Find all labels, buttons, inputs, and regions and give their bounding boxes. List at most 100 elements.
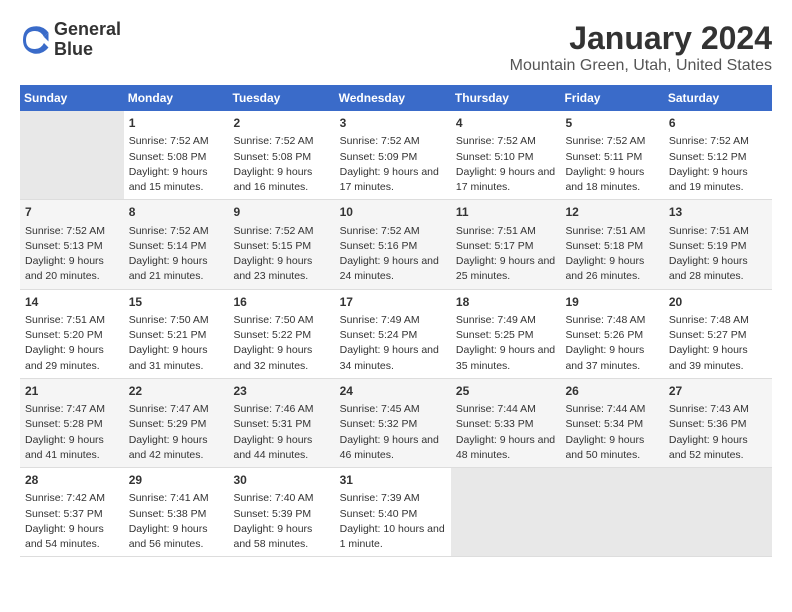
header-cell-thursday: Thursday [451, 85, 561, 111]
day-number: 19 [565, 294, 658, 311]
page-title: January 2024 [510, 20, 772, 57]
day-cell: 7Sunrise: 7:52 AMSunset: 5:13 PMDaylight… [20, 200, 124, 289]
day-info: Sunrise: 7:44 AMSunset: 5:34 PMDaylight:… [565, 402, 658, 463]
day-number: 20 [669, 294, 767, 311]
day-number: 16 [234, 294, 330, 311]
page-header: General Blue January 2024 Mountain Green… [20, 20, 772, 75]
day-cell: 29Sunrise: 7:41 AMSunset: 5:38 PMDayligh… [124, 468, 229, 557]
day-cell [664, 468, 772, 557]
header-cell-saturday: Saturday [664, 85, 772, 111]
day-number: 4 [456, 115, 556, 132]
day-cell: 22 Sunrise: 7:47 AMSunset: 5:29 PMDayligh… [124, 378, 229, 467]
day-cell: 11 Sunrise: 7:51 AMSunset: 5:17 PMDayligh… [451, 200, 561, 289]
day-number: 1 [129, 115, 224, 132]
day-number: 31 [340, 472, 446, 489]
day-number: 10 [340, 204, 446, 221]
day-cell: 23 Sunrise: 7:46 AMSunset: 5:31 PMDayligh… [229, 378, 335, 467]
week-row-4: 21Sunrise: 7:47 AMSunset: 5:28 PMDayligh… [20, 378, 772, 467]
day-number: 26 [565, 383, 658, 400]
day-number: 14 [25, 294, 119, 311]
day-cell: 5Sunrise: 7:52 AMSunset: 5:11 PMDaylight… [560, 111, 663, 200]
day-number: 27 [669, 383, 767, 400]
day-info: Sunrise: 7:52 AMSunset: 5:10 PMDaylight:… [456, 134, 556, 195]
day-cell: 12 Sunrise: 7:51 AMSunset: 5:18 PMDayligh… [560, 200, 663, 289]
day-number: 17 [340, 294, 446, 311]
day-cell: 9 Sunrise: 7:52 AMSunset: 5:15 PMDaylight… [229, 200, 335, 289]
day-info: Sunrise: 7:51 AMSunset: 5:19 PMDaylight:… [669, 224, 767, 285]
day-info: Sunrise: 7:52 AMSunset: 5:14 PMDaylight:… [129, 224, 224, 285]
day-info: Sunrise: 7:46 AMSunset: 5:31 PMDaylight:… [234, 402, 330, 463]
day-cell: 26 Sunrise: 7:44 AMSunset: 5:34 PMDayligh… [560, 378, 663, 467]
day-cell: 1Sunrise: 7:52 AMSunset: 5:08 PMDaylight… [124, 111, 229, 200]
day-info: Sunrise: 7:45 AMSunset: 5:32 PMDaylight:… [340, 402, 446, 463]
day-info: Sunrise: 7:51 AMSunset: 5:17 PMDaylight:… [456, 224, 556, 285]
day-info: Sunrise: 7:52 AMSunset: 5:09 PMDaylight:… [340, 134, 446, 195]
day-info: Sunrise: 7:40 AMSunset: 5:39 PMDaylight:… [234, 491, 330, 552]
day-cell: 28 Sunrise: 7:42 AMSunset: 5:37 PMDayligh… [20, 468, 124, 557]
day-info: Sunrise: 7:50 AMSunset: 5:22 PMDaylight:… [234, 313, 330, 374]
day-number: 7 [25, 204, 119, 221]
day-cell: 24 Sunrise: 7:45 AMSunset: 5:32 PMDayligh… [335, 378, 451, 467]
day-info: Sunrise: 7:42 AMSunset: 5:37 PMDaylight:… [25, 491, 119, 552]
day-number: 11 [456, 204, 556, 221]
day-number: 24 [340, 383, 446, 400]
day-number: 6 [669, 115, 767, 132]
day-cell: 21Sunrise: 7:47 AMSunset: 5:28 PMDayligh… [20, 378, 124, 467]
day-number: 15 [129, 294, 224, 311]
day-number: 18 [456, 294, 556, 311]
day-cell: 3 Sunrise: 7:52 AMSunset: 5:09 PMDaylight… [335, 111, 451, 200]
day-cell: 20 Sunrise: 7:48 AMSunset: 5:27 PMDayligh… [664, 289, 772, 378]
day-number: 25 [456, 383, 556, 400]
day-cell: 15 Sunrise: 7:50 AMSunset: 5:21 PMDayligh… [124, 289, 229, 378]
day-number: 12 [565, 204, 658, 221]
day-cell: 16 Sunrise: 7:50 AMSunset: 5:22 PMDayligh… [229, 289, 335, 378]
day-cell: 31 Sunrise: 7:39 AMSunset: 5:40 PMDayligh… [335, 468, 451, 557]
week-row-1: 1 Sunrise: 7:52 AMSunset: 5:08 PMDaylight… [20, 111, 772, 200]
header-row: SundayMondayTuesdayWednesdayThursdayFrid… [20, 85, 772, 111]
day-info: Sunrise: 7:50 AMSunset: 5:21 PMDaylight:… [129, 313, 224, 374]
day-cell: 27 Sunrise: 7:43 AMSunset: 5:36 PMDayligh… [664, 378, 772, 467]
day-number: 28 [25, 472, 119, 489]
day-info: Sunrise: 7:47 AMSunset: 5:29 PMDaylight:… [129, 402, 224, 463]
day-number: 13 [669, 204, 767, 221]
day-info: Sunrise: 7:41 AMSunset: 5:38 PMDaylight:… [129, 491, 224, 552]
day-info: Sunrise: 7:52 AMSunset: 5:08 PMDaylight:… [234, 134, 330, 195]
day-cell: 8 Sunrise: 7:52 AMSunset: 5:14 PMDaylight… [124, 200, 229, 289]
day-info: Sunrise: 7:48 AMSunset: 5:27 PMDaylight:… [669, 313, 767, 374]
day-cell: 2Sunrise: 7:52 AMSunset: 5:08 PMDaylight… [229, 111, 335, 200]
day-info: Sunrise: 7:43 AMSunset: 5:36 PMDaylight:… [669, 402, 767, 463]
day-info: Sunrise: 7:52 AMSunset: 5:15 PMDaylight:… [234, 224, 330, 285]
logo-icon [20, 25, 50, 55]
day-number: 22 [129, 383, 224, 400]
day-info: Sunrise: 7:51 AMSunset: 5:18 PMDaylight:… [565, 224, 658, 285]
day-number: 3 [340, 115, 446, 132]
header-cell-sunday: Sunday [20, 85, 124, 111]
logo-text: General Blue [54, 20, 121, 60]
day-number: 23 [234, 383, 330, 400]
header-cell-monday: Monday [124, 85, 229, 111]
day-info: Sunrise: 7:52 AMSunset: 5:16 PMDaylight:… [340, 224, 446, 285]
day-cell [20, 111, 124, 200]
day-cell: 19 Sunrise: 7:48 AMSunset: 5:26 PMDayligh… [560, 289, 663, 378]
header-cell-wednesday: Wednesday [335, 85, 451, 111]
day-info: Sunrise: 7:52 AMSunset: 5:12 PMDaylight:… [669, 134, 767, 195]
week-row-2: 7Sunrise: 7:52 AMSunset: 5:13 PMDaylight… [20, 200, 772, 289]
day-cell: 17 Sunrise: 7:49 AMSunset: 5:24 PMDayligh… [335, 289, 451, 378]
day-info: Sunrise: 7:49 AMSunset: 5:24 PMDaylight:… [340, 313, 446, 374]
week-row-5: 28 Sunrise: 7:42 AMSunset: 5:37 PMDayligh… [20, 468, 772, 557]
day-number: 30 [234, 472, 330, 489]
day-cell: 4 Sunrise: 7:52 AMSunset: 5:10 PMDaylight… [451, 111, 561, 200]
day-number: 5 [565, 115, 658, 132]
day-cell: 10 Sunrise: 7:52 AMSunset: 5:16 PMDayligh… [335, 200, 451, 289]
day-number: 9 [234, 204, 330, 221]
day-number: 8 [129, 204, 224, 221]
page-subtitle: Mountain Green, Utah, United States [510, 57, 772, 75]
day-info: Sunrise: 7:48 AMSunset: 5:26 PMDaylight:… [565, 313, 658, 374]
day-cell [451, 468, 561, 557]
title-block: January 2024 Mountain Green, Utah, Unite… [510, 20, 772, 75]
day-info: Sunrise: 7:49 AMSunset: 5:25 PMDaylight:… [456, 313, 556, 374]
day-info: Sunrise: 7:39 AMSunset: 5:40 PMDaylight:… [340, 491, 446, 552]
header-cell-tuesday: Tuesday [229, 85, 335, 111]
day-info: Sunrise: 7:44 AMSunset: 5:33 PMDaylight:… [456, 402, 556, 463]
day-cell: 13 Sunrise: 7:51 AMSunset: 5:19 PMDayligh… [664, 200, 772, 289]
